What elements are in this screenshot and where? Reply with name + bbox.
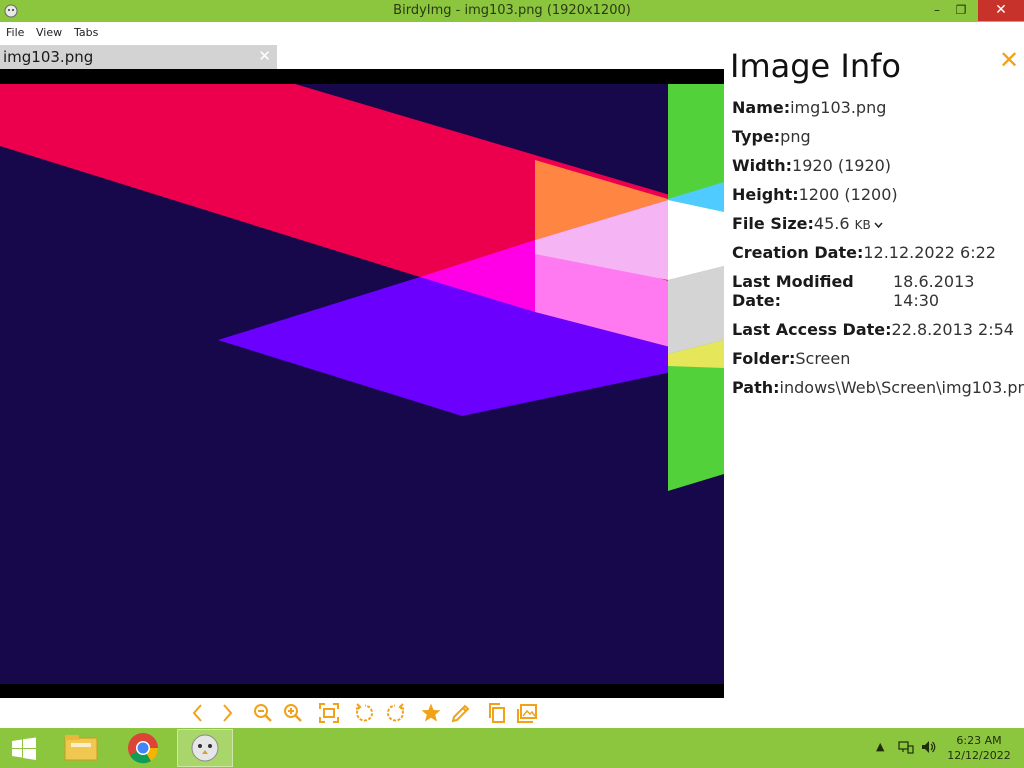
- info-path-row: Path:indows\Web\Screen\img103.png: [732, 378, 1024, 397]
- menu-view[interactable]: View: [36, 26, 62, 39]
- info-path-value: indows\Web\Screen\img103.png: [779, 378, 1024, 397]
- info-filesize-value: 45.6: [813, 214, 850, 233]
- info-width-value: 1920 (1920): [792, 156, 892, 175]
- file-explorer-icon[interactable]: [53, 729, 109, 767]
- star-icon[interactable]: [420, 702, 442, 724]
- clock-time: 6:23 AM: [956, 734, 1002, 747]
- chevron-right-icon[interactable]: [216, 702, 238, 724]
- folder-image-icon[interactable]: [516, 702, 538, 724]
- info-folder-value: Screen: [795, 349, 851, 368]
- tab-close-icon[interactable]: ✕: [258, 47, 271, 65]
- info-creation-label: Creation Date:: [732, 243, 864, 262]
- info-height-row: Height:1200 (1200): [732, 185, 898, 204]
- info-name-value: img103.png: [790, 98, 887, 117]
- image-info-panel: Image Info ✕ Name:img103.png Type:png Wi…: [724, 43, 1024, 698]
- window-title: BirdyImg - img103.png (1920x1200): [393, 3, 631, 18]
- viewer-toolbar: [0, 698, 1024, 728]
- title-bar: BirdyImg - img103.png (1920x1200) – ❐ ✕: [0, 0, 1024, 22]
- taskbar: ▲ 6:23 AM 12/12/2022: [0, 728, 1024, 768]
- info-access-label: Last Access Date:: [732, 320, 892, 339]
- info-panel-close-icon[interactable]: ✕: [999, 46, 1019, 74]
- info-type-row: Type:png: [732, 127, 811, 146]
- info-creation-value: 12.12.2022 6:22: [863, 243, 996, 262]
- info-filesize-label: File Size:: [732, 214, 814, 233]
- menu-bar: File View Tabs: [0, 22, 724, 43]
- info-filesize-row[interactable]: File Size:45.6 KB: [732, 214, 883, 233]
- info-creation-row: Creation Date:12.12.2022 6:22: [732, 243, 996, 262]
- tab-label: img103.png: [3, 48, 94, 66]
- taskbar-clock[interactable]: 6:23 AM 12/12/2022: [944, 733, 1014, 763]
- info-modified-label: Last Modified Date:: [732, 272, 854, 310]
- info-width-row: Width:1920 (1920): [732, 156, 891, 175]
- menu-file[interactable]: File: [6, 26, 24, 39]
- zoom-in-icon[interactable]: [282, 702, 304, 724]
- maximize-button[interactable]: ❐: [946, 0, 976, 21]
- info-name-row: Name:img103.png: [732, 98, 886, 117]
- displayed-image: [0, 84, 724, 684]
- image-viewer[interactable]: [0, 69, 724, 698]
- windows-start-icon[interactable]: [10, 737, 38, 761]
- tray-expand-icon[interactable]: ▲: [876, 740, 884, 753]
- info-filesize-unit: KB: [854, 218, 871, 232]
- info-height-value: 1200 (1200): [798, 185, 898, 204]
- zoom-out-icon[interactable]: [252, 702, 274, 724]
- rotate-left-icon[interactable]: [354, 702, 376, 724]
- birdyimg-taskbar-icon[interactable]: [177, 729, 233, 767]
- info-folder-label: Folder:: [732, 349, 796, 368]
- chrome-icon[interactable]: [115, 729, 171, 767]
- info-panel-title: Image Info: [730, 47, 901, 85]
- chevron-down-icon[interactable]: [874, 219, 883, 232]
- info-folder-row: Folder:Screen: [732, 349, 850, 368]
- pencil-icon[interactable]: [450, 702, 472, 724]
- info-width-label: Width:: [732, 156, 793, 175]
- info-type-label: Type:: [732, 127, 781, 146]
- menu-tabs[interactable]: Tabs: [74, 26, 98, 39]
- info-path-label: Path:: [732, 378, 780, 397]
- fit-screen-icon[interactable]: [318, 702, 340, 724]
- clock-date: 12/12/2022: [947, 749, 1011, 762]
- info-modified-value: 18.6.2013 14:30: [893, 272, 975, 310]
- network-icon[interactable]: [898, 740, 914, 757]
- close-window-button[interactable]: ✕: [978, 0, 1024, 21]
- info-access-value: 22.8.2013 2:54: [891, 320, 1014, 339]
- rotate-right-icon[interactable]: [384, 702, 406, 724]
- info-height-label: Height:: [732, 185, 799, 204]
- chevron-left-icon[interactable]: [187, 702, 209, 724]
- info-type-value: png: [780, 127, 811, 146]
- tab-img103[interactable]: img103.png ✕: [0, 45, 277, 69]
- volume-icon[interactable]: [921, 740, 937, 757]
- info-access-row: Last Access Date:22.8.2013 2:54: [732, 320, 1014, 339]
- info-name-label: Name:: [732, 98, 791, 117]
- copy-icon[interactable]: [486, 702, 508, 724]
